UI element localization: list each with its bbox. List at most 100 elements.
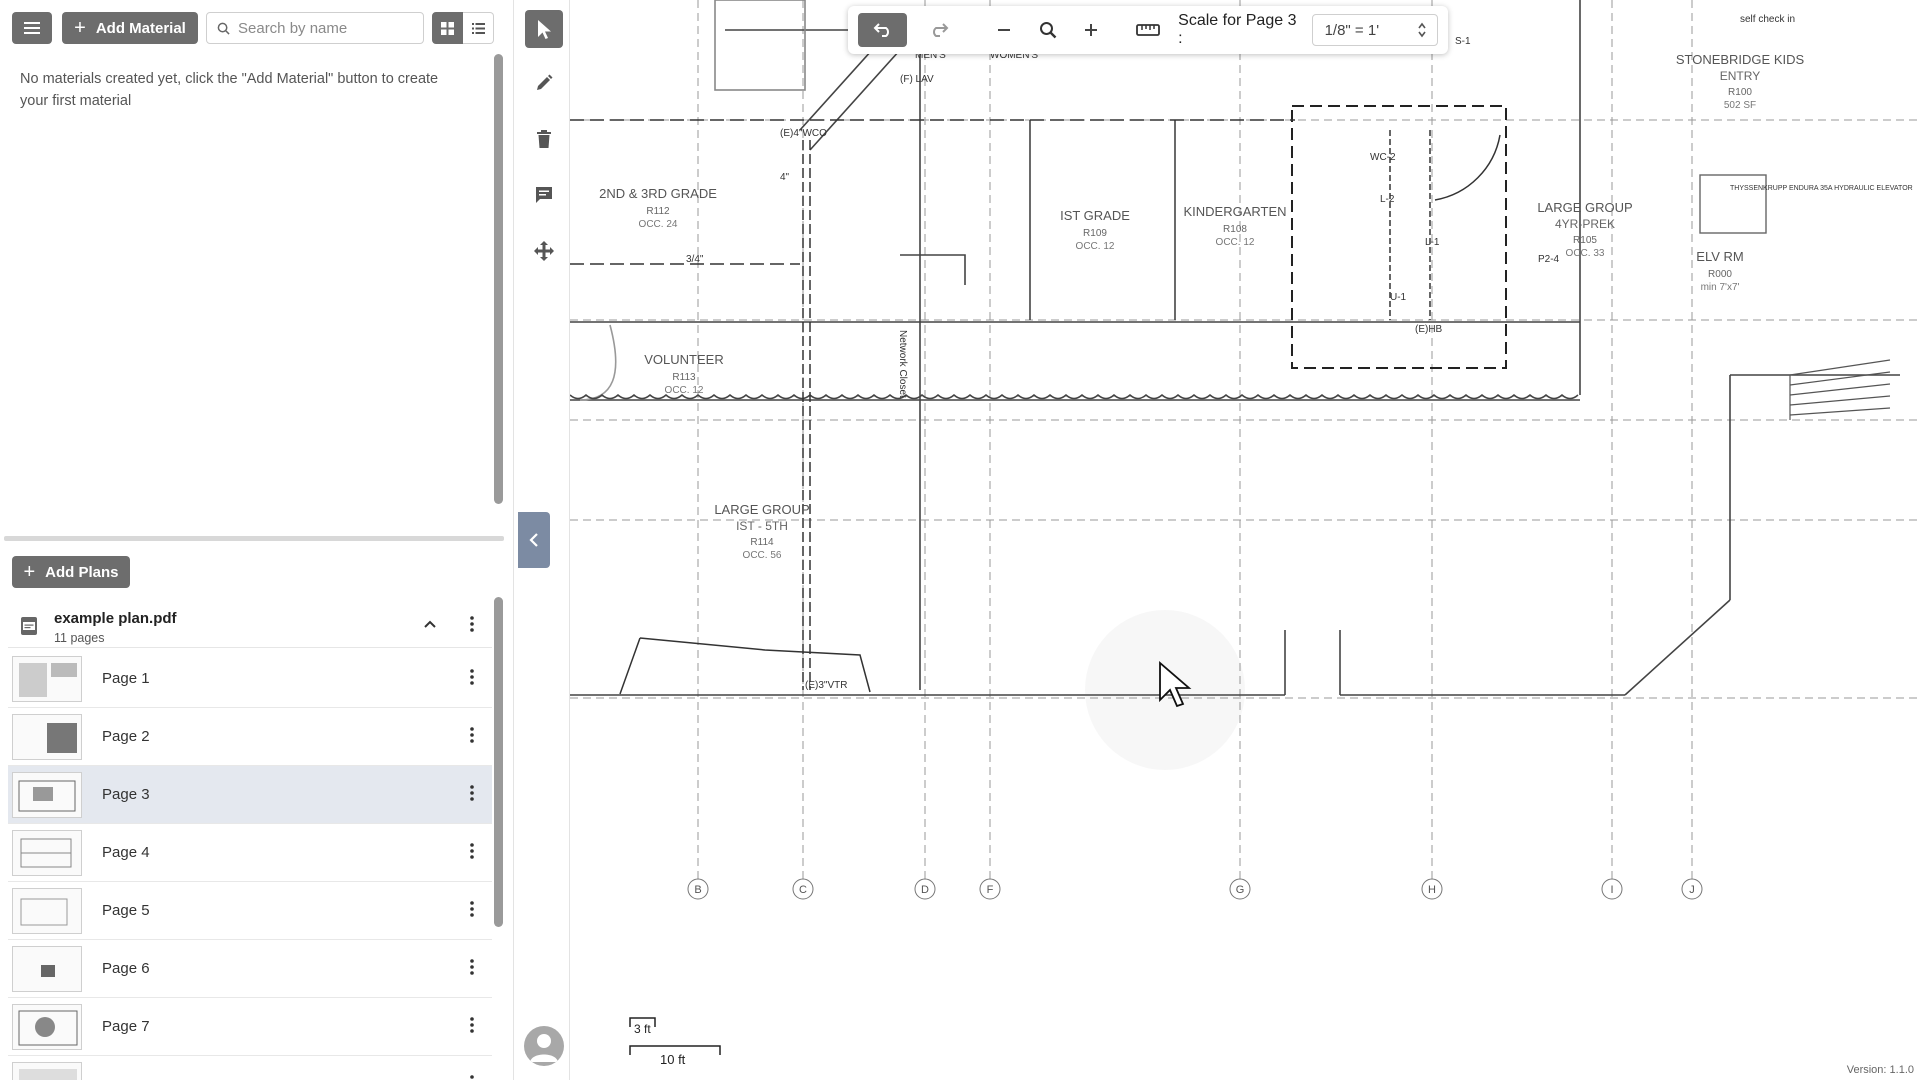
undo-icon bbox=[873, 23, 889, 37]
draw-tool-button[interactable] bbox=[525, 64, 563, 102]
more-vertical-icon[interactable] bbox=[462, 725, 482, 745]
page-thumbnail bbox=[12, 830, 82, 876]
list-view-button[interactable] bbox=[463, 12, 494, 44]
list-icon bbox=[471, 22, 485, 34]
page-list-item[interactable]: Page 7 bbox=[8, 998, 492, 1056]
zoom-in-button[interactable] bbox=[1069, 13, 1112, 47]
room-name: LARGE GROUP bbox=[714, 502, 809, 517]
add-plans-label: Add Plans bbox=[45, 563, 119, 581]
page-list-item[interactable]: Page 4 bbox=[8, 824, 492, 882]
move-icon bbox=[534, 241, 554, 261]
materials-scrollbar[interactable] bbox=[494, 54, 503, 504]
room-num: R108 bbox=[1223, 224, 1247, 235]
more-vertical-icon[interactable] bbox=[462, 614, 482, 634]
plan-note: Network Closet bbox=[897, 330, 908, 398]
room-name: KINDERGARTEN bbox=[1183, 204, 1286, 219]
magnifier-icon bbox=[1039, 22, 1057, 39]
more-vertical-icon[interactable] bbox=[462, 1015, 482, 1035]
plans-scrollbar[interactable] bbox=[494, 597, 503, 927]
plan-note: (E)HB bbox=[1415, 324, 1443, 335]
page-thumbnail bbox=[12, 714, 82, 760]
empty-materials-message: No materials created yet, click the "Add… bbox=[20, 71, 439, 109]
zoom-fit-button[interactable] bbox=[1026, 13, 1069, 47]
collapse-sidebar-button[interactable] bbox=[518, 512, 550, 568]
zoom-out-button[interactable] bbox=[983, 13, 1026, 47]
page-list-item[interactable]: Page 6 bbox=[8, 940, 492, 998]
grid-view-button[interactable] bbox=[432, 12, 463, 44]
add-material-button[interactable]: + Add Material bbox=[62, 12, 198, 44]
cursor-arrow-icon bbox=[538, 20, 551, 39]
plan-note: (F) LAV bbox=[900, 74, 934, 85]
version-label: Version: 1.1.0 bbox=[1846, 1064, 1914, 1076]
page-thumbnail bbox=[12, 772, 82, 818]
chevron-up-icon[interactable] bbox=[420, 614, 440, 634]
room-occ: OCC. 56 bbox=[743, 550, 782, 561]
grid-bubble-label: C bbox=[799, 884, 807, 896]
select-tool-button[interactable] bbox=[525, 10, 563, 48]
plan-note: self check in bbox=[1740, 14, 1795, 25]
more-vertical-icon[interactable] bbox=[462, 899, 482, 919]
page-list-item[interactable]: Page 3 bbox=[8, 766, 492, 824]
plan-note: L-1 bbox=[1425, 237, 1440, 248]
undo-button[interactable] bbox=[858, 13, 908, 47]
scale-bar: 3 ft 10 ft bbox=[629, 1017, 721, 1067]
page-list-item[interactable]: Page 2 bbox=[8, 708, 492, 766]
plan-note: 3/4" bbox=[686, 254, 704, 265]
floor-plan-drawing[interactable]: B C D F G H I J 2ND & 3RD GRADE R112 OCC. 24 IST G… bbox=[570, 0, 1920, 1080]
file-page-count: 11 pages bbox=[54, 631, 105, 645]
page-thumbnail bbox=[12, 656, 82, 702]
page-label: Page 2 bbox=[102, 728, 150, 745]
room-occ: OCC. 12 bbox=[665, 385, 704, 396]
room-name: IST GRADE bbox=[1060, 208, 1130, 223]
room-num: R109 bbox=[1083, 228, 1107, 239]
grid-icon bbox=[441, 21, 454, 35]
user-avatar[interactable] bbox=[524, 1026, 564, 1066]
plus-icon: + bbox=[23, 561, 36, 583]
delete-tool-button[interactable] bbox=[525, 120, 563, 158]
page-label: Page 5 bbox=[102, 902, 150, 919]
page-list-item[interactable]: Page 1 bbox=[8, 650, 492, 708]
plan-note: U-1 bbox=[1390, 292, 1407, 303]
search-box[interactable] bbox=[206, 12, 424, 44]
more-vertical-icon[interactable] bbox=[462, 1073, 482, 1080]
page-list-item[interactable] bbox=[8, 1056, 492, 1080]
chevron-left-icon bbox=[529, 533, 538, 547]
room-name: STONEBRIDGE KIDS bbox=[1676, 52, 1805, 67]
add-plans-button[interactable]: + Add Plans bbox=[12, 556, 130, 588]
room-name: ELV RM bbox=[1696, 249, 1743, 264]
plan-canvas[interactable]: B C D F G H I J 2ND & 3RD GRADE R112 OCC. 24 IST G… bbox=[570, 0, 1920, 1080]
page-label: Page 3 bbox=[102, 786, 150, 803]
scale-select[interactable]: 1/8" = 1' bbox=[1311, 14, 1438, 46]
page-list-item[interactable]: Page 5 bbox=[8, 882, 492, 940]
page-thumbnail bbox=[12, 888, 82, 934]
panel-resize-handle[interactable] bbox=[4, 536, 504, 541]
page-label: Page 4 bbox=[102, 844, 150, 861]
room-name: 2ND & 3RD GRADE bbox=[599, 186, 717, 201]
highlight-region bbox=[1291, 105, 1507, 369]
redo-button[interactable] bbox=[917, 13, 960, 47]
more-vertical-icon[interactable] bbox=[462, 667, 482, 687]
stair bbox=[1789, 359, 1891, 420]
page-label: Page 7 bbox=[102, 1018, 150, 1035]
plan-note: (E)3"VTR bbox=[805, 680, 847, 691]
scale-bar-small-label: 3 ft bbox=[634, 1022, 651, 1036]
room-num: R112 bbox=[646, 206, 670, 217]
plan-notes: (E)4"WCO (E)3"VTR 4" 3/4" (E)HB WC-2 L-2 U-1 L-1… bbox=[686, 14, 1913, 691]
walls bbox=[570, 0, 1900, 696]
room-occ: OCC. 12 bbox=[1076, 241, 1115, 252]
pan-tool-button[interactable] bbox=[525, 232, 563, 270]
search-input[interactable] bbox=[238, 19, 418, 37]
more-vertical-icon[interactable] bbox=[462, 957, 482, 977]
plan-file-header[interactable]: example plan.pdf 11 pages bbox=[8, 600, 492, 648]
menu-button[interactable] bbox=[12, 12, 52, 44]
grid-bubble-label: J bbox=[1689, 884, 1695, 896]
comment-tool-button[interactable] bbox=[525, 176, 563, 214]
more-vertical-icon[interactable] bbox=[462, 783, 482, 803]
floating-toolbar: Scale for Page 3 : 1/8" = 1' bbox=[848, 6, 1448, 54]
room-name: VOLUNTEER bbox=[644, 352, 723, 367]
page-label: Page 6 bbox=[102, 960, 150, 977]
grid-bubble-label: F bbox=[987, 884, 994, 896]
measure-scale-button[interactable] bbox=[1127, 13, 1170, 47]
more-vertical-icon[interactable] bbox=[462, 841, 482, 861]
grid-bubble-label: I bbox=[1610, 884, 1613, 896]
